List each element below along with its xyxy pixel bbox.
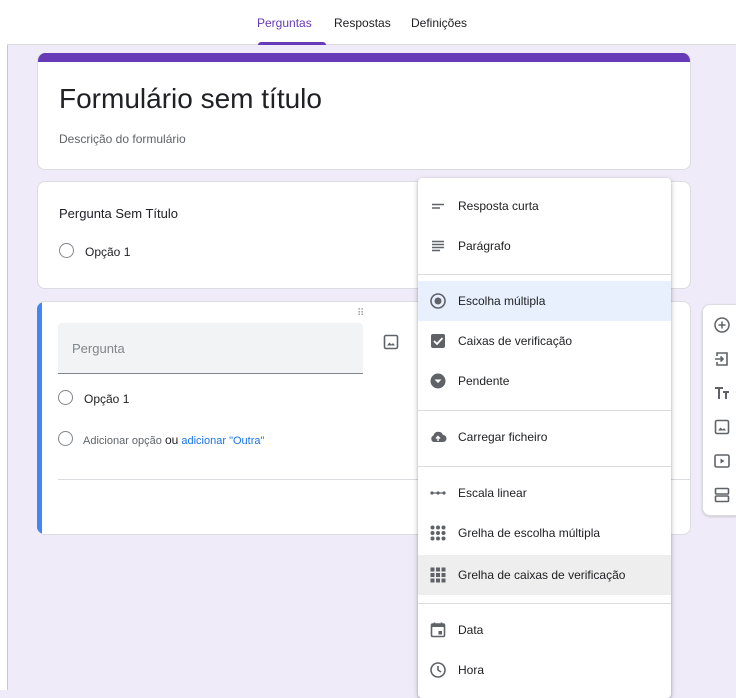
add-option-link[interactable]: Adicionar opção xyxy=(83,435,162,447)
add-title-icon[interactable] xyxy=(712,383,732,403)
menu-item-pendente[interactable]: Pendente xyxy=(418,361,671,401)
cloud-upload-icon xyxy=(429,428,447,446)
menu-item-label: Resposta curta xyxy=(458,199,539,213)
short-answer-icon xyxy=(429,197,447,215)
menu-divider xyxy=(418,466,671,467)
radio-button-icon xyxy=(429,292,447,310)
add-image-icon[interactable] xyxy=(712,417,732,437)
checkbox-grid-icon xyxy=(429,566,447,584)
menu-item-label: Grelha de caixas de verificação xyxy=(458,568,626,582)
option-label: Opção 1 xyxy=(85,245,131,259)
menu-item-escala-linear[interactable]: Escala linear xyxy=(418,473,671,513)
dropdown-icon xyxy=(429,372,447,390)
menu-item-label: Hora xyxy=(458,663,485,677)
accent-band xyxy=(38,53,690,62)
menu-item-label: Grelha de escolha múltipla xyxy=(458,526,601,540)
add-image-icon[interactable] xyxy=(382,333,400,351)
menu-item-label: Carregar ficheiro xyxy=(458,430,548,444)
drag-handle-icon[interactable]: ⠿ xyxy=(357,308,365,319)
form-description[interactable]: Descrição do formulário xyxy=(59,132,186,146)
menu-divider xyxy=(418,410,671,411)
menu-item-escolha-multipla[interactable]: Escolha múltipla xyxy=(418,281,671,321)
menu-item-label: Escala linear xyxy=(458,486,527,500)
add-section-icon[interactable] xyxy=(712,485,732,505)
menu-item-label: Caixas de verificação xyxy=(458,334,573,348)
tab-perguntas[interactable]: Perguntas xyxy=(257,16,312,30)
add-other-link[interactable]: adicionar "Outra" xyxy=(181,435,264,447)
or-text: ou xyxy=(164,433,179,447)
menu-item-data[interactable]: Data xyxy=(418,610,671,650)
menu-item-grelha-escolha-multipla[interactable]: Grelha de escolha múltipla xyxy=(418,513,671,553)
question-type-menu: Resposta curta Parágrafo Escolha múltipl… xyxy=(418,178,671,698)
add-option-row: Adicionar opção ou adicionar "Outra" xyxy=(83,433,264,447)
checkbox-icon xyxy=(429,332,447,350)
question-input[interactable]: Pergunta xyxy=(58,323,363,374)
radio-button xyxy=(58,431,73,446)
menu-item-caixas-de-verificacao[interactable]: Caixas de verificação xyxy=(418,321,671,361)
menu-item-carregar-ficheiro[interactable]: Carregar ficheiro xyxy=(418,417,671,457)
menu-item-label: Pendente xyxy=(458,374,510,388)
linear-scale-icon xyxy=(429,484,447,502)
clock-icon xyxy=(429,661,447,679)
active-question-indicator xyxy=(37,302,42,534)
menu-item-paragrafo[interactable]: Parágrafo xyxy=(418,226,671,266)
tab-respostas[interactable]: Respostas xyxy=(334,16,391,30)
menu-item-grelha-caixas-verificacao[interactable]: Grelha de caixas de verificação xyxy=(418,555,671,595)
question-title: Pergunta Sem Título xyxy=(59,206,178,221)
menu-item-label: Data xyxy=(458,623,484,637)
add-question-icon[interactable] xyxy=(712,315,732,335)
menu-item-resposta-curta[interactable]: Resposta curta xyxy=(418,186,671,226)
calendar-icon xyxy=(429,621,447,639)
import-questions-icon[interactable] xyxy=(712,349,732,369)
form-title[interactable]: Formulário sem título xyxy=(59,83,322,115)
question-placeholder: Pergunta xyxy=(72,341,125,356)
paragraph-icon xyxy=(429,237,447,255)
menu-item-hora[interactable]: Hora xyxy=(418,650,671,690)
active-tab-indicator xyxy=(258,42,326,45)
form-title-card: Formulário sem título Descrição do formu… xyxy=(37,53,691,170)
menu-item-label: Escolha múltipla xyxy=(458,294,546,308)
menu-divider xyxy=(418,274,671,275)
menu-item-label: Parágrafo xyxy=(458,239,511,253)
radio-button xyxy=(59,243,74,258)
tab-definicoes[interactable]: Definições xyxy=(411,16,467,30)
menu-divider xyxy=(418,603,671,604)
add-video-icon[interactable] xyxy=(712,451,732,471)
header-tabs: Perguntas Respostas Definições xyxy=(7,6,736,45)
side-toolbar xyxy=(702,304,736,516)
radio-button xyxy=(58,390,73,405)
window-frame xyxy=(0,0,8,690)
option-label[interactable]: Opção 1 xyxy=(84,392,129,406)
multiple-choice-grid-icon xyxy=(429,524,447,542)
